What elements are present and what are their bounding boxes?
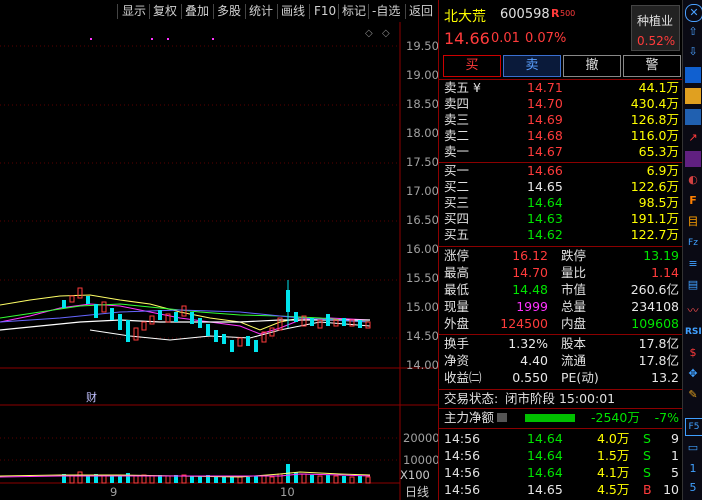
toolbar-overlay[interactable]: 叠加 (185, 3, 209, 20)
list-icon[interactable]: ▤ (685, 277, 701, 293)
stock-name: 北大荒 (444, 9, 486, 25)
price-change-pct: 0.07% (525, 31, 567, 46)
price-tick: 17.50 (406, 155, 438, 169)
toolbar-draw[interactable]: 画线 (281, 3, 305, 20)
price-tick: 18.50 (406, 97, 438, 111)
price-tick: 19.00 (406, 68, 438, 82)
bid-row: 买五 14.62 122.7万 (444, 227, 679, 242)
buy-button[interactable]: 买 (443, 55, 501, 77)
monitor-icon[interactable]: ▭ (685, 440, 701, 456)
ask-row: 卖一 14.67 65.3万 (444, 144, 679, 159)
fz-icon[interactable]: Fz (685, 235, 701, 251)
line-chart-icon[interactable]: ↗ (685, 130, 701, 146)
kline-chart[interactable]: 19.50 19.00 18.50 18.00 17.50 17.00 16.5… (0, 22, 438, 500)
toolbar-mark[interactable]: 标记 (342, 3, 366, 20)
stat-row: 最低 14.48 市值 260.6亿 (444, 282, 679, 297)
f5-icon[interactable]: F5 (685, 418, 702, 436)
sidebar-number[interactable]: 5 (685, 480, 701, 496)
toolbar-stats[interactable]: 统计 (249, 3, 273, 20)
volume-tick: 10000 (403, 453, 438, 467)
pen-icon[interactable]: ✎ (685, 387, 701, 403)
table-icon[interactable] (685, 109, 701, 125)
price-tick: 16.00 (406, 242, 438, 256)
volume-unit: X100 (400, 468, 430, 482)
cancel-order-button[interactable]: 撤 (563, 55, 621, 77)
stat-row: 现量 1999 总量 234108 (444, 299, 679, 314)
dollar-icon[interactable]: $ (685, 345, 701, 361)
flow-icon (497, 413, 507, 422)
price-change: 0.01 (491, 31, 520, 46)
stat-row: 净资 4.40 流通 17.8亿 (444, 353, 679, 368)
period-label[interactable]: 日线 (405, 485, 429, 499)
date-label: 10 (280, 485, 295, 499)
chart-type-icon[interactable] (685, 67, 701, 83)
settings-icon[interactable]: ◇ (382, 28, 390, 39)
chart-toolbar: 显示 复权 叠加 多股 统计 画线 F10 标记 -自选 返回 (0, 0, 438, 22)
ask-row: 卖四 14.70 430.4万 (444, 96, 679, 111)
tick-row: 14:56 14.64 1.5万 S 1 (444, 448, 679, 463)
margin-badge: R (551, 7, 560, 20)
date-label: 9 (110, 485, 117, 499)
pie-icon[interactable]: ◐ (685, 172, 701, 188)
stat-row: 外盘 124500 内盘 109608 (444, 316, 679, 331)
toolbar-back[interactable]: 返回 (409, 3, 433, 20)
quote-panel: 北大荒 600598 R 500 种植业 0.52% 14.66 0.01 0.… (438, 0, 683, 500)
diamond-icon[interactable]: ◇ (365, 28, 373, 39)
tool-sidebar: ✕ ⇧ ⇩ ↗ ◐ F 目 Fz ≡ ▤ 〰 RSI $ ✥ ✎ F5 ▭ 1 … (682, 0, 702, 500)
alert-button[interactable]: 警 (623, 55, 681, 77)
volume-tick: 20000 (403, 431, 438, 445)
bid-row: 买三 14.64 98.5万 (444, 195, 679, 210)
tick-row: 14:56 14.64 4.0万 S 9 (444, 431, 679, 446)
arrow-down-icon[interactable]: ⇩ (685, 44, 701, 60)
ask-row: 卖二 14.68 116.0万 (444, 128, 679, 143)
main-flow-row[interactable]: 主力净额 -2540万 -7% (439, 410, 683, 426)
margin-badge-sub: 500 (560, 9, 576, 18)
stock-code: 600598 (500, 7, 550, 22)
industry-box[interactable]: 种植业 0.52% (631, 5, 680, 51)
stat-row: 涨停 16.12 跌停 13.19 (444, 248, 679, 263)
industry-name: 种植业 (637, 14, 674, 28)
wave-icon[interactable]: 〰 (685, 303, 701, 319)
sell-button[interactable]: 卖 (503, 55, 561, 77)
sidebar-number[interactable]: 1 (685, 461, 701, 477)
price-tick: 15.00 (406, 300, 438, 314)
price-tick: 19.50 (406, 39, 438, 53)
price-tick: 14.50 (406, 329, 438, 343)
toolbar-watchlist[interactable]: -自选 (372, 3, 400, 20)
flow-bar (525, 414, 575, 422)
memo-icon[interactable]: 目 (685, 214, 701, 230)
industry-change: 0.52% (637, 34, 676, 48)
move-icon[interactable]: ✥ (685, 366, 701, 382)
tick-row: 14:56 14.65 4.5万 B 10 (444, 482, 679, 497)
finance-mark[interactable]: 财 (86, 390, 97, 404)
last-price: 14.66 (444, 29, 490, 48)
bid-row: 买一 14.66 6.9万 (444, 163, 679, 178)
stat-row: 最高 14.70 量比 1.14 (444, 265, 679, 280)
stat-row: 收益㈡ 0.550 PE(动) 13.2 (444, 370, 679, 385)
stat-row: 换手 1.32% 股本 17.8亿 (444, 336, 679, 351)
news-icon[interactable]: ≡ (685, 256, 701, 272)
rsi-icon[interactable]: RSI (685, 324, 702, 340)
ask-row: 卖三 14.69 126.8万 (444, 112, 679, 127)
trading-status: 交易状态: 闭市阶段 15:00:01 (444, 391, 616, 406)
price-tick: 18.00 (406, 126, 438, 140)
ask-row: 卖五 ¥14.71 44.1万 (444, 80, 679, 95)
price-tick: 14.00 (406, 358, 438, 372)
bid-row: 买二 14.65 122.6万 (444, 179, 679, 194)
arrow-up-icon[interactable]: ⇧ (685, 24, 701, 40)
close-icon[interactable]: ✕ (685, 4, 702, 22)
bid-row: 买四 14.63 191.1万 (444, 211, 679, 226)
f10-icon[interactable]: F (685, 193, 701, 209)
kline-icon[interactable] (685, 88, 701, 104)
toolbar-multi[interactable]: 多股 (217, 3, 241, 20)
toolbar-f10[interactable]: F10 (314, 3, 336, 20)
price-tick: 15.50 (406, 271, 438, 285)
toolbar-adjust[interactable]: 复权 (153, 3, 177, 20)
toolbar-display[interactable]: 显示 (122, 3, 146, 20)
tick-row: 14:56 14.64 4.1万 S 5 (444, 465, 679, 480)
grid-icon[interactable] (685, 151, 701, 167)
price-tick: 17.00 (406, 184, 438, 198)
price-tick: 16.50 (406, 213, 438, 227)
